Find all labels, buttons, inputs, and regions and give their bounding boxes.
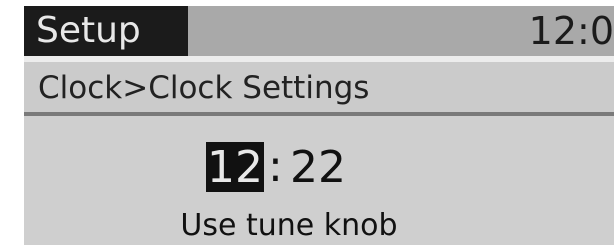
time-editor[interactable]: 12 : 22 (24, 134, 614, 193)
header-bar: Setup 12:0 (24, 6, 614, 56)
header-clock: 12:0 (528, 9, 614, 53)
hour-field-selected[interactable]: 12 (206, 142, 264, 193)
time-separator: : (268, 141, 283, 192)
minute-field[interactable]: 22 (290, 142, 346, 193)
display-screen: Setup 12:0 Clock>Clock Settings 12 : 22 … (24, 6, 614, 245)
instruction-text: Use tune knob (180, 208, 398, 243)
divider (24, 112, 614, 116)
page-title: Setup (24, 6, 188, 56)
breadcrumb: Clock>Clock Settings (24, 62, 614, 112)
